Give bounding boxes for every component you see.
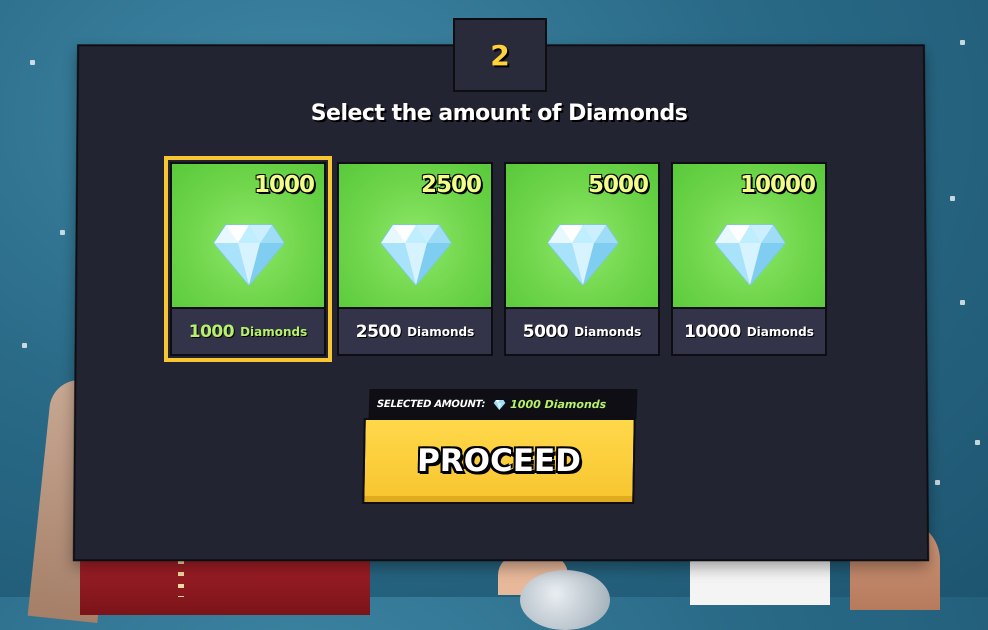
background-sparkle <box>975 440 980 445</box>
card-label: 1000 Diamonds <box>172 309 324 354</box>
card-label-unit: Diamonds <box>574 324 642 339</box>
background-sparkle <box>935 480 940 485</box>
card-label-number: 1000 <box>188 321 235 342</box>
diamond-icon <box>381 224 451 285</box>
card-face: 2500 <box>339 164 491 309</box>
card-face: 10000 <box>673 164 825 309</box>
diamond-option-1000[interactable]: 1000 1000 Diamonds <box>164 156 332 362</box>
selected-amount-label: SELECTED AMOUNT: <box>376 398 486 410</box>
diamond-option-2500[interactable]: 2500 2500 Diamonds <box>337 162 493 356</box>
card-label-unit: Diamonds <box>746 324 814 339</box>
card-label-unit: Diamonds <box>240 324 308 339</box>
card-face: 5000 <box>506 164 658 309</box>
card-label-number: 5000 <box>522 321 569 342</box>
background-sparkle <box>60 230 65 235</box>
background-sparkle <box>960 300 965 305</box>
card-amount: 5000 <box>587 172 649 198</box>
card-label: 10000 Diamonds <box>673 309 825 354</box>
diamond-icon <box>548 224 618 285</box>
proceed-button-label: PROCEED <box>416 443 582 479</box>
card-amount: 1000 <box>253 172 315 198</box>
card-amount: 2500 <box>420 172 482 198</box>
background-costume-buttons <box>178 560 184 597</box>
card-amount: 10000 <box>739 172 816 198</box>
background-sparkle <box>960 40 965 45</box>
card-label: 5000 Diamonds <box>506 309 658 354</box>
page-title: Select the amount of Diamonds <box>310 101 688 126</box>
background-white-shirt <box>690 555 830 605</box>
card-label: 2500 Diamonds <box>339 309 491 354</box>
card-face: 1000 <box>172 164 324 309</box>
diamond-icon <box>493 399 506 410</box>
background-sparkle <box>22 343 27 348</box>
background-red-costume <box>80 555 370 615</box>
card-label-number: 2500 <box>355 321 402 342</box>
card-label-unit: Diamonds <box>407 324 475 339</box>
selected-amount-bar: SELECTED AMOUNT: 1000 Diamonds <box>368 389 638 419</box>
background-ball <box>520 570 610 630</box>
selected-amount-value: 1000 Diamonds <box>509 397 607 411</box>
diamond-icon <box>214 224 284 285</box>
card-label-number: 10000 <box>684 321 741 342</box>
diamond-icon <box>715 224 785 285</box>
diamond-option-5000[interactable]: 5000 5000 Diamonds <box>504 162 660 356</box>
diamond-option-10000[interactable]: 10000 10000 Diamonds <box>671 162 827 356</box>
selected-amount-value-group: 1000 Diamonds <box>493 397 607 411</box>
background-sparkle <box>950 196 955 201</box>
step-indicator: 2 <box>453 18 547 92</box>
proceed-button[interactable]: PROCEED <box>362 418 636 504</box>
step-number: 2 <box>490 38 510 72</box>
background-sparkle <box>30 60 35 65</box>
